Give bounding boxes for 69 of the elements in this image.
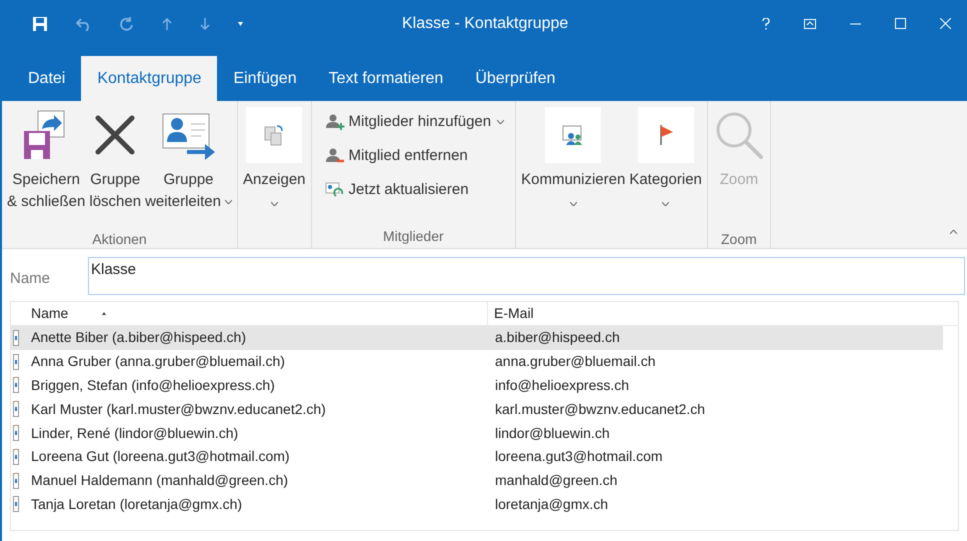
- contact-icon: [13, 354, 19, 370]
- contact-icon: [13, 425, 19, 442]
- table-cell-text: lindor@bluewin.ch: [494, 424, 610, 443]
- table-cell-text: Anette Biber (a.biber@hispeed.ch): [30, 328, 247, 348]
- ribbon-tab[interactable]: Datei: [12, 56, 82, 101]
- contact-icon: [13, 377, 19, 394]
- member-row[interactable]: Anna Gruber (anna.gruber@bluemail.ch) anna.gruber@bluemail.ch: [11, 350, 943, 374]
- ribbon-tab[interactable]: Überprüfen: [459, 56, 572, 101]
- member-row[interactable]: Anette Biber (a.biber@hispeed.ch) a.biber@hispeed.ch: [11, 326, 943, 350]
- ribbon-tab[interactable]: Text formatieren: [312, 56, 460, 101]
- table-cell-text: Linder, René (lindor@bluewin.ch): [30, 424, 240, 443]
- contact-icon: [13, 330, 19, 346]
- ribbon-button[interactable]: Mitglied entfernen: [320, 139, 508, 173]
- table-cell-text: loretanja@gmx.ch: [494, 494, 608, 514]
- column-header[interactable]: E-Mail: [488, 302, 534, 325]
- minimize-icon[interactable]: [850, 22, 861, 24]
- copy-icon: [246, 107, 302, 163]
- table-cell-text: Loreena Gut (loreena.gut3@hotmail.com): [30, 447, 291, 466]
- table-cell-text: anna.gruber@bluemail.ch: [494, 352, 656, 372]
- member-row[interactable]: Loreena Gut (loreena.gut3@hotmail.com) loreena.gut3@hotmail.com: [11, 444, 943, 469]
- table-cell-text: Tanja Loretan (loretanja@gmx.ch): [30, 494, 244, 514]
- contact-icon: [13, 448, 19, 465]
- member-row[interactable]: Linder, René (lindor@bluewin.ch) lindor@bluewin.ch: [11, 421, 943, 445]
- table-cell-text: Briggen, Stefan (info@helioexpress.ch): [30, 376, 276, 395]
- group-label: Aktionen: [92, 230, 147, 249]
- member-row[interactable]: Briggen, Stefan (info@helioexpress.ch) info@helioexpress.ch: [11, 374, 943, 398]
- member-row[interactable]: Karl Muster (karl.muster@bwznv.educanet2.ch) karl.muster@bwznv.educanet2.ch: [11, 397, 943, 422]
- ribbon-button[interactable]: Jetzt aktualisieren: [320, 173, 508, 207]
- add-person-icon: [324, 113, 345, 131]
- table-cell-text: Anna Gruber (anna.gruber@bluemail.ch): [30, 352, 286, 372]
- close-icon[interactable]: [940, 18, 951, 29]
- column-header[interactable]: Name: [23, 302, 488, 325]
- table-cell-text: a.biber@hispeed.ch: [494, 328, 620, 348]
- window-title: Klasse - Kontaktgruppe: [401, 14, 570, 34]
- table-cell-text: Manuel Haldemann (manhald@green.ch): [30, 471, 290, 490]
- ribbon-tab[interactable]: Einfügen: [217, 56, 313, 101]
- people-icon: [545, 107, 602, 163]
- ribbon-button[interactable]: Gruppe weiterleiten: [143, 101, 234, 229]
- group-label: Mitglieder: [382, 227, 444, 246]
- ribbon-button[interactable]: Gruppe löschen: [87, 101, 144, 229]
- contact-icon: [13, 496, 19, 512]
- ribbon-button[interactable]: Mitglieder hinzufügen: [320, 105, 508, 139]
- member-row[interactable]: Manuel Haldemann (manhald@green.ch) manhald@green.ch: [11, 468, 943, 493]
- ribbon-button[interactable]: Speichern & schließen: [5, 101, 88, 229]
- contact-icon: [13, 401, 19, 418]
- table-cell-text: Karl Muster (karl.muster@bwznv.educanet2.ch): [30, 400, 327, 419]
- ribbon-button[interactable]: Kommunizieren: [519, 101, 628, 229]
- ribbon-tab[interactable]: Kontaktgruppe: [81, 56, 218, 101]
- ribbon-button[interactable]: Kategorien: [627, 101, 704, 229]
- remove-person-icon: [324, 147, 345, 165]
- ribbon-display-icon[interactable]: [804, 18, 816, 28]
- contact-icon: [13, 472, 19, 489]
- group-label: Zoom: [720, 230, 757, 249]
- caret-icon: [950, 230, 956, 234]
- member-row[interactable]: Tanja Loretan (loretanja@gmx.ch) loretanja@gmx.ch: [11, 492, 943, 516]
- save-icon[interactable]: [32, 16, 48, 32]
- table-cell-text: loreena.gut3@hotmail.com: [494, 447, 663, 466]
- customize-icon[interactable]: [238, 22, 243, 26]
- field-label: Name: [10, 268, 52, 289]
- flag-icon: [638, 107, 694, 163]
- ribbon-button[interactable]: Anzeigen: [240, 101, 308, 229]
- table-cell-text: manhald@green.ch: [494, 471, 618, 490]
- name-field[interactable]: Klasse: [88, 257, 965, 295]
- table-cell-text: karl.muster@bwznv.educanet2.ch: [494, 400, 706, 419]
- table-cell-text: info@helioexpress.ch: [494, 376, 630, 395]
- sort-icon: [102, 312, 106, 315]
- refresh-contact-icon: [324, 181, 345, 199]
- help-icon[interactable]: [762, 18, 770, 30]
- maximize-icon[interactable]: [895, 18, 906, 29]
